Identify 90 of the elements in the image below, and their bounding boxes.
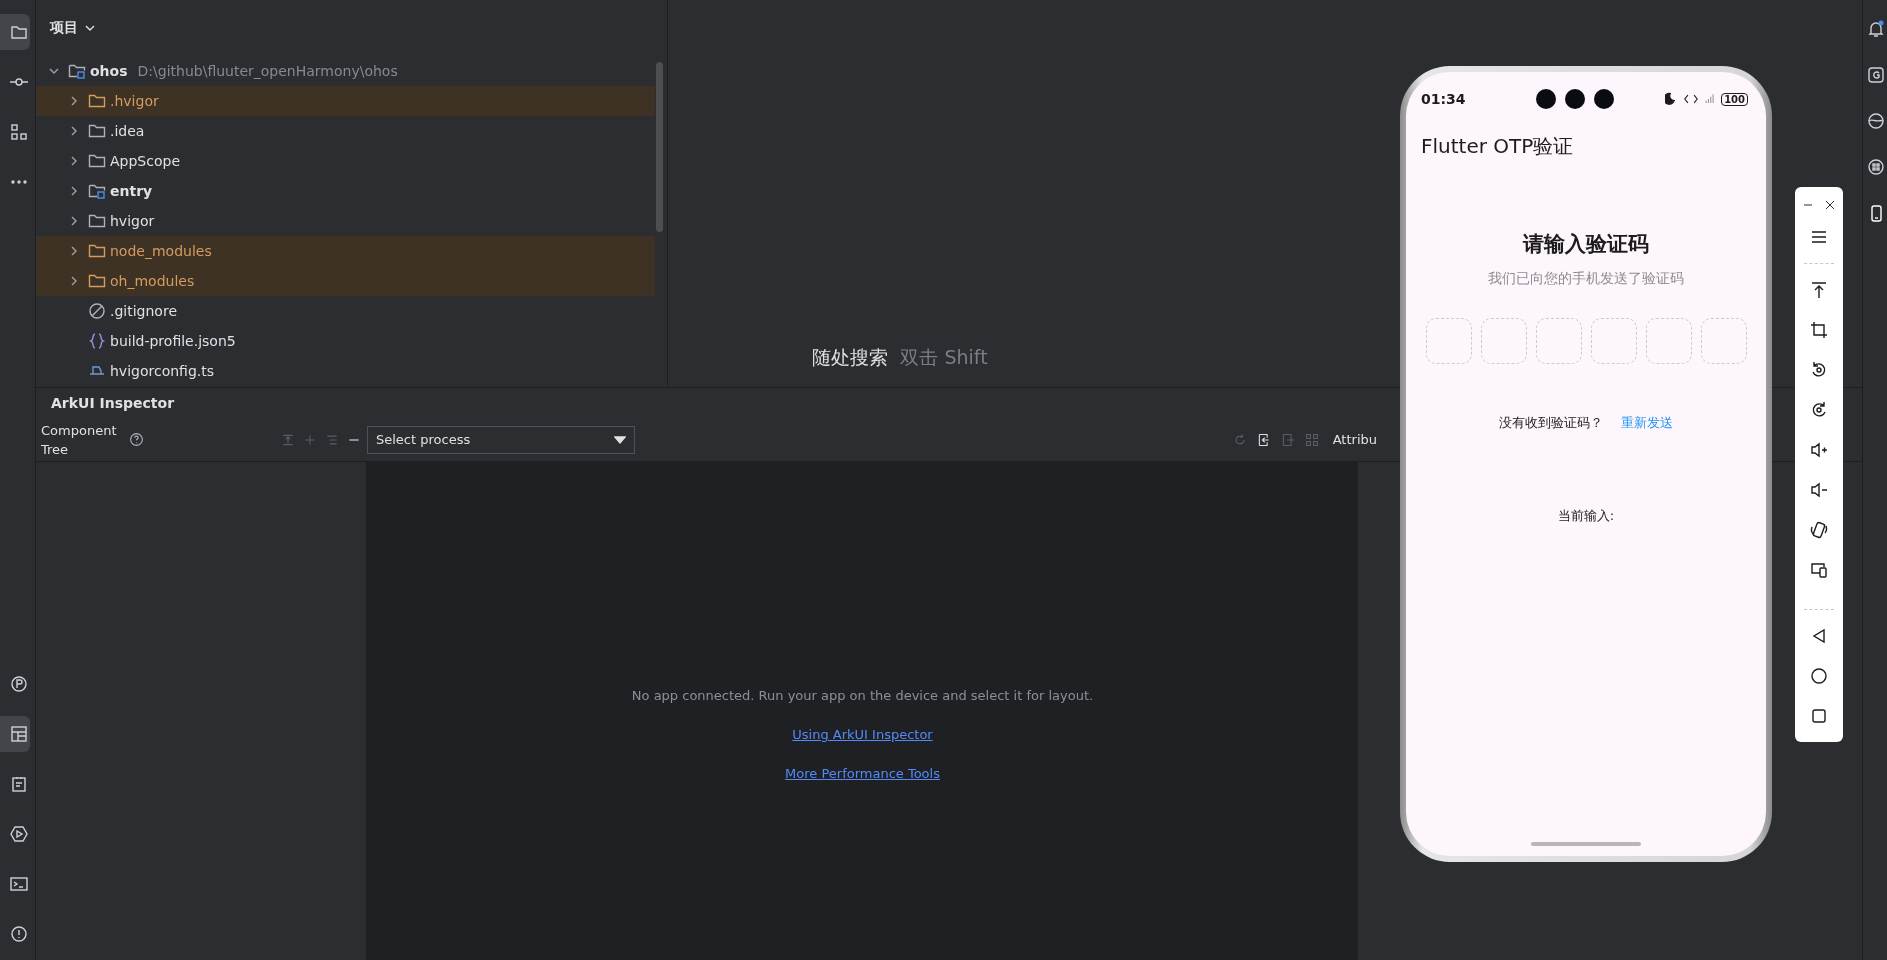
close-icon[interactable] (1824, 199, 1836, 211)
tree-item-label: entry (110, 183, 153, 199)
battery-level: 100 (1721, 92, 1748, 106)
tree-item-label: .gitignore (110, 303, 177, 319)
folder-icon (88, 92, 106, 110)
tree-row-background[interactable]: hvigor (36, 206, 655, 236)
g-icon[interactable] (1867, 66, 1885, 84)
menu-icon[interactable] (1810, 228, 1828, 246)
arrow-up-icon[interactable] (1810, 281, 1828, 299)
camera-icon (1593, 89, 1614, 109)
panel-title[interactable]: 项目 (50, 19, 78, 37)
excluded-tree-row[interactable]: .hvigor (36, 86, 655, 116)
data-icon (1683, 92, 1700, 106)
layout-icon (10, 725, 28, 743)
tree-row-background[interactable]: .idea (36, 116, 655, 146)
devices-icon[interactable] (1810, 561, 1828, 579)
status-time: 01:34 (1421, 91, 1467, 107)
run-icon (10, 825, 28, 843)
globe-icon[interactable] (1867, 112, 1885, 130)
login-icon[interactable] (1256, 432, 1271, 447)
structure-icon (10, 123, 28, 141)
home-icon[interactable] (1810, 667, 1828, 685)
rotate-left-icon[interactable] (1810, 361, 1828, 379)
tree-row-background[interactable]: AppScope (36, 146, 655, 176)
notes-icon (10, 775, 28, 793)
more-icon (10, 180, 28, 184)
shake-icon[interactable] (1810, 521, 1828, 539)
app-title: Flutter OTP验证 (1421, 133, 1574, 160)
tree-item-label: oh_modules (110, 273, 195, 289)
component-tree-label: Component Tree (41, 421, 118, 459)
project-path: D:\github\fluuter_openHarmony\ohos (137, 63, 398, 79)
folder-icon (10, 23, 28, 41)
crop-icon[interactable] (1810, 321, 1828, 339)
volume-down-icon[interactable] (1810, 481, 1828, 499)
tree-item-label: .hvigor (110, 93, 159, 109)
otp-input-field[interactable] (1645, 318, 1692, 364)
camera-icon (1535, 89, 1556, 109)
dropdown-arrow-icon (614, 433, 626, 446)
tree-item-label: build-profile.json5 (110, 333, 236, 349)
panel-title: ArkUI Inspector (51, 395, 175, 411)
otp-input-field[interactable] (1590, 318, 1637, 364)
help-link[interactable]: Using ArkUI Inspector (792, 727, 933, 742)
folder-icon (88, 272, 106, 290)
help-icon[interactable] (129, 432, 144, 447)
json-file-icon (88, 332, 106, 350)
otp-input-field[interactable] (1480, 318, 1527, 364)
tree-item-label: hvigorconfig.ts (110, 363, 215, 379)
current-input-label: 当前输入: (1557, 507, 1615, 525)
tree-row-background[interactable]: hvigorconfig.ts (36, 356, 655, 386)
tree-row-background[interactable]: .gitignore (36, 296, 655, 326)
tree-item-label: node_modules (110, 243, 212, 259)
process-select[interactable]: Select process (367, 425, 635, 454)
folder-icon (88, 122, 106, 140)
help-link[interactable]: More Performance Tools (785, 766, 940, 781)
volume-up-icon[interactable] (1810, 441, 1828, 459)
excluded-tree-row[interactable]: oh_modules (36, 266, 655, 296)
rotate-right-icon[interactable] (1810, 401, 1828, 419)
otp-input-field[interactable] (1535, 318, 1582, 364)
problems-icon (10, 925, 28, 943)
otp-input-field[interactable] (1700, 318, 1747, 364)
tree-row-background[interactable]: build-profile.json5 (36, 326, 655, 356)
page-heading: 请输入验证码 (1523, 231, 1649, 258)
folder-icon (88, 212, 106, 230)
bell-icon[interactable] (1867, 20, 1885, 38)
folder-icon (88, 242, 106, 260)
tree-row-background[interactable]: entry (36, 176, 655, 206)
scrollbar[interactable] (656, 62, 663, 232)
camera-icon (1564, 89, 1585, 109)
recents-icon[interactable] (1810, 707, 1828, 725)
module-folder-icon (88, 182, 106, 200)
resend-prompt: 没有收到验证码？ (1499, 414, 1603, 432)
tree-item-label: hvigor (110, 213, 155, 229)
tree-item-label: ohos (90, 63, 128, 79)
otp-input-field[interactable] (1425, 318, 1472, 364)
back-icon[interactable] (1810, 627, 1828, 645)
tree-item-label: AppScope (110, 153, 180, 169)
tree-item-label: .idea (110, 123, 145, 139)
terminal-icon (10, 875, 28, 893)
search-hint: 随处搜索 (812, 345, 889, 370)
ignore-file-icon (88, 302, 106, 320)
empty-message: No app connected. Run your app on the device and select it for layout. (631, 688, 1094, 703)
folder-icon (88, 152, 106, 170)
shortcut-hint: 双击 Shift (900, 345, 988, 370)
grid-apps-icon[interactable] (1867, 158, 1885, 176)
module-folder-icon (68, 62, 86, 80)
excluded-tree-row[interactable]: node_modules (36, 236, 655, 266)
plugin-icon (10, 675, 28, 693)
page-subtitle: 我们已向您的手机发送了验证码 (1488, 270, 1684, 288)
attributes-label: Attribu (1332, 432, 1377, 447)
tree-row-background[interactable]: ohos D:\github\fluuter_openHarmony\ohos (36, 56, 655, 86)
